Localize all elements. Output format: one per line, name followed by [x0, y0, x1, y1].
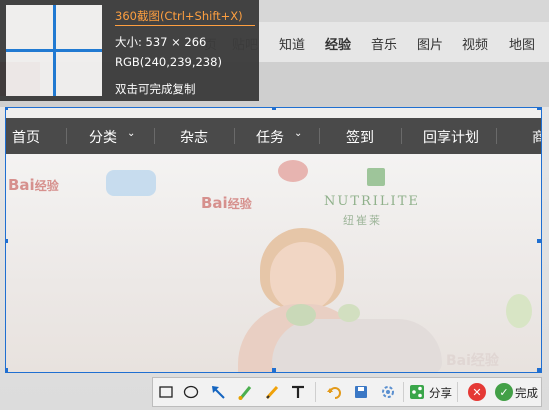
- resize-handle[interactable]: [272, 108, 276, 110]
- settings-icon[interactable]: [379, 383, 397, 401]
- nav-item-more[interactable]: 商: [532, 127, 541, 147]
- top-nav-item[interactable]: 经验: [325, 34, 351, 53]
- chevron-down-icon: ⌄: [127, 128, 136, 139]
- brand-logo: NUTRILITE: [324, 194, 420, 209]
- title-underline: [115, 25, 255, 26]
- mascot-logo: [106, 170, 156, 196]
- nav-item-checkin[interactable]: 签到: [346, 127, 374, 147]
- crosshair-icon: [6, 49, 102, 52]
- share-icon[interactable]: [408, 383, 426, 401]
- capture-selection[interactable]: 首页 分类 ⌄ 杂志 任务 ⌄ 签到 回享计划 商 Bai经验 Bai经验 NU…: [5, 107, 542, 373]
- nav-divider: [401, 128, 402, 144]
- resize-handle[interactable]: [6, 239, 8, 243]
- watermark: Bai经验: [446, 353, 499, 369]
- vegetable-decoration: [338, 304, 360, 322]
- resize-handle[interactable]: [6, 368, 8, 372]
- nav-divider: [496, 128, 497, 144]
- ellipse-tool-icon[interactable]: [182, 383, 200, 401]
- brand-logo-cn: 纽崔莱: [343, 214, 382, 227]
- cross-badge-icon: [278, 160, 308, 182]
- brush-tool-icon[interactable]: [236, 383, 254, 401]
- resize-handle[interactable]: [537, 368, 541, 372]
- child-photo-face: [270, 242, 336, 312]
- toolbar-divider: [315, 382, 316, 402]
- resize-handle[interactable]: [537, 108, 541, 110]
- nav-divider: [154, 128, 155, 144]
- baidu-logo: Bai经验: [201, 194, 252, 212]
- vegetable-decoration: [506, 294, 532, 328]
- cancel-icon[interactable]: ✕: [468, 383, 486, 401]
- confirm-icon[interactable]: ✓: [495, 383, 513, 401]
- nav-divider: [66, 128, 67, 144]
- undo-icon[interactable]: [325, 383, 343, 401]
- resize-handle[interactable]: [537, 239, 541, 243]
- toolbar-divider: [403, 382, 404, 402]
- nav-item-return-plan[interactable]: 回享计划: [423, 127, 479, 147]
- capture-tool-title: 360截图(Ctrl+Shift+X): [115, 9, 243, 23]
- baidu-logo-text: Bai: [201, 194, 228, 212]
- resize-handle[interactable]: [6, 108, 8, 110]
- selection-size: 大小: 537 × 266: [115, 35, 207, 49]
- top-nav-item[interactable]: 地图: [509, 34, 535, 53]
- vegetable-decoration: [286, 304, 316, 326]
- magnifier-preview: [6, 5, 102, 96]
- toolbar-divider: [457, 382, 458, 402]
- top-nav-item[interactable]: 图片: [417, 34, 443, 53]
- capture-toolbar: 分享 ✕ ✓ 完成: [152, 377, 542, 407]
- text-tool-icon[interactable]: [289, 383, 307, 401]
- nav-item-task[interactable]: 任务: [256, 127, 284, 147]
- top-nav-item[interactable]: 视频: [462, 34, 488, 53]
- done-button[interactable]: 完成: [515, 385, 538, 401]
- baidu-logo-cn: 经验: [34, 179, 59, 193]
- save-icon[interactable]: [352, 383, 370, 401]
- nav-divider: [234, 128, 235, 144]
- top-nav-item[interactable]: 音乐: [371, 34, 397, 53]
- share-button[interactable]: 分享: [429, 385, 452, 401]
- ad-banner[interactable]: Bai经验 Bai经验 NUTRILITE 纽崔莱 Bai经验: [6, 154, 541, 372]
- category-navbar: 首页 分类 ⌄ 杂志 任务 ⌄ 签到 回享计划 商: [6, 118, 541, 154]
- pixel-rgb: RGB(240,239,238): [115, 55, 222, 69]
- baidu-logo: Bai经验: [8, 176, 59, 194]
- nav-item-category[interactable]: 分类: [89, 127, 117, 147]
- arrow-tool-icon[interactable]: [209, 383, 227, 401]
- nav-item-home[interactable]: 首页: [12, 127, 40, 147]
- baidu-logo-text: Bai: [8, 176, 35, 194]
- nav-divider: [319, 128, 320, 144]
- resize-handle[interactable]: [272, 368, 276, 372]
- baidu-logo-cn: 经验: [227, 197, 252, 211]
- chevron-down-icon: ⌄: [294, 128, 303, 139]
- nav-item-magazine[interactable]: 杂志: [180, 127, 208, 147]
- hint-text: 双击可完成复制: [115, 82, 196, 96]
- bowl-photo: [272, 319, 442, 372]
- top-nav-item[interactable]: 知道: [279, 34, 305, 53]
- capture-info-panel: 360截图(Ctrl+Shift+X) 大小: 537 × 266 RGB(24…: [0, 0, 259, 101]
- leaf-icon: [367, 168, 385, 186]
- rectangle-tool-icon[interactable]: [157, 383, 175, 401]
- pencil-tool-icon[interactable]: [263, 383, 281, 401]
